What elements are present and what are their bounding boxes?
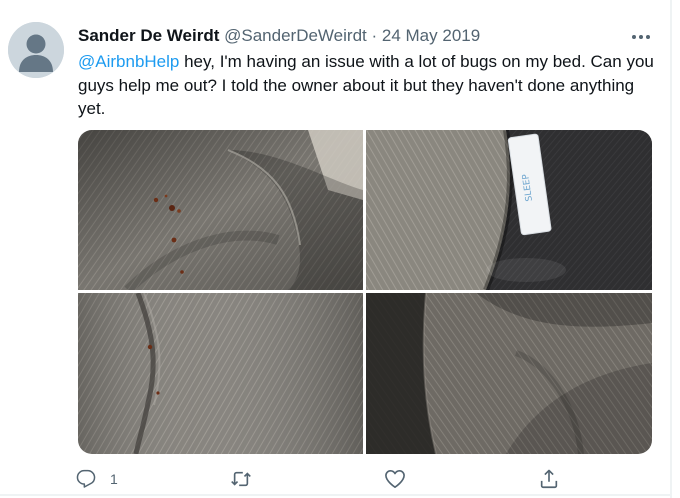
photo-3[interactable] (78, 293, 363, 454)
more-options-button[interactable] (628, 27, 654, 47)
avatar[interactable] (8, 22, 64, 78)
retweet-button[interactable] (230, 466, 252, 492)
default-profile-icon (8, 22, 64, 78)
fabric-photo-2: SLEEP (366, 130, 652, 290)
reply-icon (76, 469, 96, 488)
header-separator: · (371, 26, 378, 45)
share-button[interactable] (538, 466, 560, 492)
mention-link[interactable]: @AirbnbHelp (78, 52, 179, 71)
author-name[interactable]: Sander De Weirdt (78, 26, 219, 45)
tweet[interactable]: Sander De Weirdt @SanderDeWeirdt · 24 Ma… (0, 0, 680, 498)
reply-button[interactable]: 1 (76, 466, 118, 492)
photo-1[interactable] (78, 130, 363, 290)
more-icon (632, 35, 650, 39)
frame-border-right (670, 0, 672, 498)
tweet-header: Sander De Weirdt @SanderDeWeirdt · 24 Ma… (78, 26, 480, 46)
like-button[interactable] (384, 466, 406, 492)
author-handle[interactable]: @SanderDeWeirdt (224, 26, 367, 45)
frame-border-bottom (0, 494, 672, 496)
media-grid: SLEEP (78, 130, 652, 454)
share-icon (540, 469, 558, 489)
retweet-icon (231, 471, 251, 487)
fabric-photo-3 (78, 293, 363, 454)
heart-icon (385, 470, 405, 488)
tweet-text: @AirbnbHelp hey, I'm having an issue wit… (78, 50, 664, 121)
photo-2[interactable]: SLEEP (366, 130, 652, 290)
photo-4[interactable] (366, 293, 652, 454)
fabric-photo-4 (366, 293, 652, 454)
reply-count: 1 (110, 471, 118, 487)
tweet-actions: 1 (0, 466, 680, 492)
fabric-photo-1 (78, 130, 363, 290)
tweet-date[interactable]: 24 May 2019 (382, 26, 480, 45)
